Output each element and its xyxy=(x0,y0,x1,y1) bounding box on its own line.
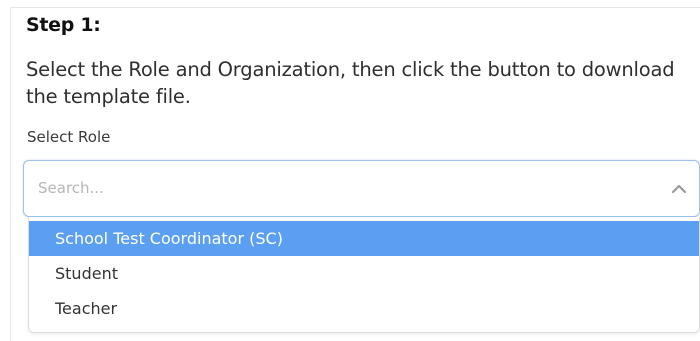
role-options-list: School Test Coordinator (SC) Student Tea… xyxy=(28,217,700,333)
role-select[interactable] xyxy=(23,160,700,217)
card-border-left xyxy=(10,7,11,341)
card-border-top xyxy=(10,7,700,8)
template-download-panel: Step 1: Select the Role and Organization… xyxy=(0,0,700,341)
select-role-label: Select Role xyxy=(27,128,111,146)
role-search-input[interactable] xyxy=(38,175,638,201)
role-option-student[interactable]: Student xyxy=(29,256,699,291)
role-option-teacher[interactable]: Teacher xyxy=(29,291,699,326)
chevron-up-icon[interactable] xyxy=(669,179,689,199)
role-option-school-test-coordinator[interactable]: School Test Coordinator (SC) xyxy=(29,221,699,256)
step-title: Step 1: xyxy=(26,14,101,36)
step-instructions: Select the Role and Organization, then c… xyxy=(26,58,675,108)
